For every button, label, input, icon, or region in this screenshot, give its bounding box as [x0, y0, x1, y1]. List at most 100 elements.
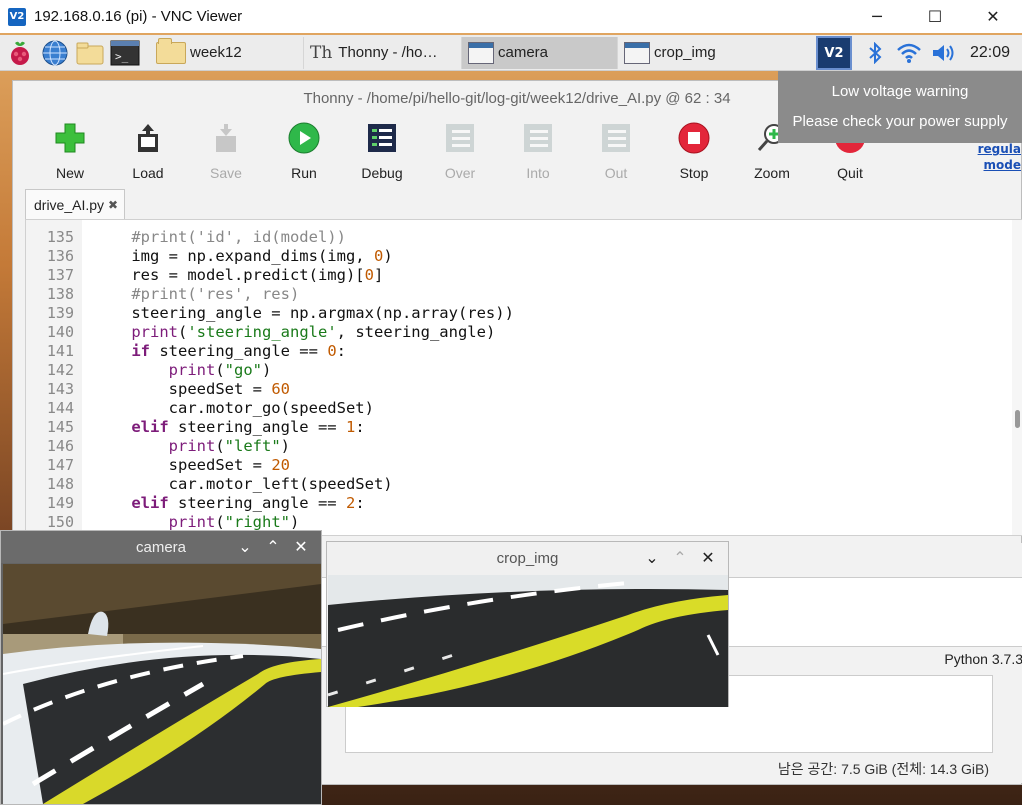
tool-label: Save — [210, 165, 242, 181]
window-icon — [468, 41, 494, 64]
code-line[interactable]: 143 speedSet = 60 — [26, 380, 1022, 399]
save-icon — [209, 121, 243, 155]
step-into-button[interactable]: Into — [499, 115, 577, 181]
code-text: print('steering_angle', steering_angle) — [131, 323, 496, 341]
camera-window: camera ⌄ ⌃ ✕ — [0, 530, 322, 805]
terminal-icon[interactable]: >_ — [110, 39, 140, 67]
notification-message: Please check your power supply — [792, 113, 1008, 130]
code-line[interactable]: 146 print("left") — [26, 437, 1022, 456]
code-line[interactable]: 148 car.motor_left(speedSet) — [26, 475, 1022, 494]
debug-icon — [365, 121, 399, 155]
close-button[interactable]: ✕ — [287, 537, 315, 557]
step-out-button[interactable]: Out — [577, 115, 655, 181]
close-button[interactable]: ✕ — [694, 548, 722, 568]
line-number: 137 — [46, 266, 74, 284]
code-text: #print('res', res) — [131, 285, 300, 303]
help-link-line2[interactable]: mode — [984, 158, 1021, 172]
step-over-button[interactable]: Over — [421, 115, 499, 181]
help-link-line1[interactable]: regula — [978, 142, 1021, 156]
code-line[interactable]: 141 if steering_angle == 0: — [26, 342, 1022, 361]
maximize-button[interactable]: ⌃ — [259, 537, 287, 557]
debug-button[interactable]: Debug — [343, 115, 421, 181]
code-text: if steering_angle == 0: — [131, 342, 346, 360]
line-number: 143 — [46, 380, 74, 398]
tool-label: Run — [291, 165, 317, 181]
code-line[interactable]: 142 print("go") — [26, 361, 1022, 380]
code-line[interactable]: 149 elif steering_angle == 2: — [26, 494, 1022, 513]
stop-button[interactable]: Stop — [655, 115, 733, 181]
maximize-button[interactable]: ☐ — [906, 0, 964, 33]
crop-window-titlebar[interactable]: crop_img ⌄ ⌃ ✕ — [327, 542, 728, 574]
close-button[interactable]: ✕ — [964, 0, 1022, 33]
svg-text:>_: >_ — [115, 50, 129, 63]
taskbar-task-thonny[interactable]: Th Thonny - /ho… — [304, 36, 462, 69]
thonny-icon: Th — [310, 42, 333, 63]
code-text: car.motor_left(speedSet) — [94, 475, 393, 493]
line-number: 148 — [46, 475, 74, 493]
camera-window-titlebar[interactable]: camera ⌄ ⌃ ✕ — [1, 531, 321, 563]
code-line[interactable]: 144 car.motor_go(speedSet) — [26, 399, 1022, 418]
wifi-icon[interactable] — [892, 42, 926, 64]
editor-scrollbar[interactable] — [1012, 220, 1022, 535]
code-line[interactable]: 138 #print('res', res) — [26, 285, 1022, 304]
tool-label: Debug — [361, 165, 403, 181]
code-editor[interactable]: 135 #print('id', id(model)) 136 img = np.… — [25, 219, 1022, 536]
minimize-button[interactable]: ⌄ — [638, 548, 666, 568]
code-line[interactable]: 147 speedSet = 20 — [26, 456, 1022, 475]
line-number: 147 — [46, 456, 74, 474]
window-icon — [624, 41, 650, 64]
minimize-button[interactable]: ─ — [848, 0, 906, 33]
tool-label: Quit — [837, 165, 863, 181]
code-line[interactable]: 136 img = np.expand_dims(img, 0) — [26, 247, 1022, 266]
task-label: Thonny - /ho… — [338, 44, 438, 61]
code-line[interactable]: 145 elif steering_angle == 1: — [26, 418, 1022, 437]
new-button[interactable]: New — [31, 115, 109, 181]
code-text: steering_angle = np.argmax(np.array(res)… — [94, 304, 514, 322]
editor-tabbar: drive_AI.py ✖ — [25, 189, 126, 219]
tool-label: Into — [526, 165, 550, 181]
plus-icon — [53, 121, 87, 155]
taskbar-task-crop-img[interactable]: crop_img — [618, 37, 768, 69]
run-button[interactable]: Run — [265, 115, 343, 181]
volume-icon[interactable] — [926, 42, 960, 64]
vnc-titlebar: V2 192.168.0.16 (pi) - VNC Viewer ─ ☐ ✕ — [0, 0, 1022, 33]
save-button[interactable]: Save — [187, 115, 265, 181]
line-number: 142 — [46, 361, 74, 379]
help-link[interactable]: regula mode — [978, 141, 1021, 173]
camera-window-title: camera — [135, 538, 187, 556]
play-icon — [287, 121, 321, 155]
step-into-icon — [521, 121, 555, 155]
line-number: 144 — [46, 399, 74, 417]
vnc-server-icon[interactable]: V2 — [815, 36, 852, 70]
code-line[interactable]: 137 res = model.predict(img)[0] — [26, 266, 1022, 285]
line-number: 135 — [46, 228, 74, 246]
minimize-button[interactable]: ⌄ — [231, 537, 259, 557]
file-manager-icon[interactable] — [75, 39, 105, 67]
code-line[interactable]: 139 steering_angle = np.argmax(np.array(… — [26, 304, 1022, 323]
bluetooth-icon[interactable] — [858, 42, 892, 64]
crop-window-title: crop_img — [496, 549, 559, 567]
low-voltage-notification[interactable]: Low voltage warning Please check your po… — [778, 71, 1022, 143]
camera-frame-image — [3, 564, 321, 804]
code-text: speedSet = 60 — [94, 380, 290, 398]
code-text: print("left") — [168, 437, 291, 455]
tab-label: drive_AI.py — [34, 196, 105, 213]
taskbar: >_ week12 Th Thonny - /ho… camera crop_i… — [0, 35, 1022, 71]
tool-label: Load — [132, 165, 164, 181]
python-version-label[interactable]: Python 3.7.3 — [944, 651, 1022, 667]
close-tab-icon[interactable]: ✖ — [108, 198, 118, 212]
code-line[interactable]: 140 print('steering_angle', steering_ang… — [26, 323, 1022, 342]
line-number: 140 — [46, 323, 74, 341]
code-text: car.motor_go(speedSet) — [94, 399, 374, 417]
scrollbar-thumb[interactable] — [1015, 410, 1020, 428]
taskbar-task-week12[interactable]: week12 — [150, 36, 304, 69]
load-button[interactable]: Load — [109, 115, 187, 181]
raspberry-menu-icon[interactable] — [5, 39, 35, 67]
line-number: 139 — [46, 304, 74, 322]
taskbar-task-camera[interactable]: camera — [462, 36, 618, 69]
code-line[interactable]: 135 #print('id', id(model)) — [26, 228, 1022, 247]
globe-browser-icon[interactable] — [40, 39, 70, 67]
tab-drive-ai[interactable]: drive_AI.py ✖ — [25, 189, 126, 219]
maximize-button[interactable]: ⌃ — [666, 548, 694, 568]
stop-icon — [677, 121, 711, 155]
